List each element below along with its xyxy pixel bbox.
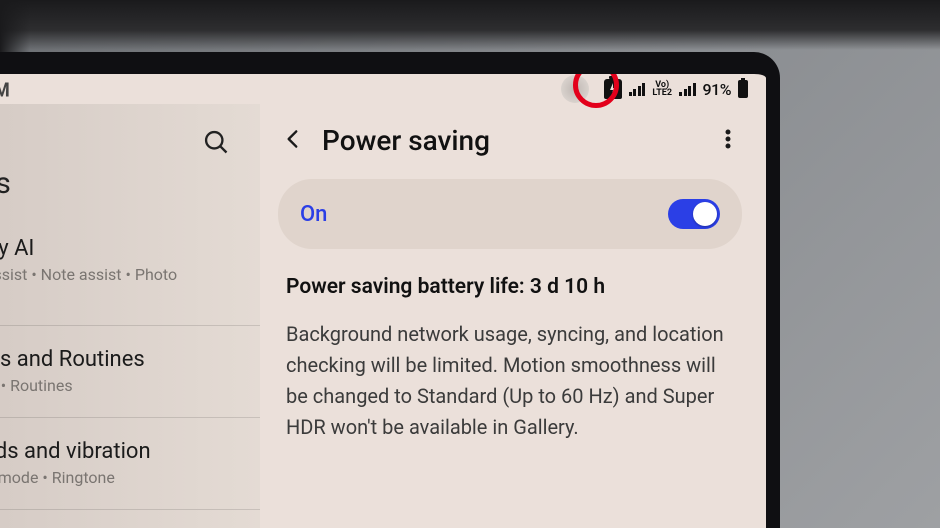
back-button[interactable] bbox=[280, 126, 306, 156]
battery-icon bbox=[738, 80, 748, 98]
photo-background-top bbox=[0, 0, 940, 50]
power-saving-toggle[interactable] bbox=[668, 199, 720, 229]
settings-item-sounds-vibration[interactable]: ounds and vibration ound mode • Ringtone bbox=[0, 422, 260, 505]
divider bbox=[0, 509, 260, 510]
power-saving-master-toggle-row[interactable]: On bbox=[278, 179, 742, 249]
more-options-button[interactable] bbox=[716, 127, 740, 155]
settings-item-title: ounds and vibration bbox=[0, 439, 244, 464]
settings-item-modes-routines[interactable]: lodes and Routines lodes • Routines bbox=[0, 330, 260, 413]
battery-percent-label: 91% bbox=[703, 80, 731, 99]
status-bar: Vo) LTE2 91% bbox=[0, 74, 766, 104]
split-container: ngs alaxy AI nat assist • Note assist • … bbox=[0, 104, 766, 528]
phone-screen: M Vo) LTE2 91% ngs alaxy AI bbox=[0, 52, 780, 528]
settings-heading: ngs bbox=[0, 166, 260, 219]
settings-item-title: lodes and Routines bbox=[0, 347, 244, 372]
toggle-state-label: On bbox=[300, 202, 327, 227]
signal-1-icon bbox=[629, 82, 646, 96]
signal-2-icon bbox=[679, 82, 696, 96]
page-title: Power saving bbox=[322, 124, 700, 157]
settings-item-galaxy-ai[interactable]: alaxy AI nat assist • Note assist • Phot… bbox=[0, 219, 260, 321]
power-saving-pane: Power saving On Power saving battery lif… bbox=[260, 104, 766, 528]
search-icon[interactable] bbox=[202, 128, 230, 160]
camera-notch-dot bbox=[561, 75, 589, 103]
settings-item-title: alaxy AI bbox=[0, 236, 244, 261]
app-bar: Power saving bbox=[260, 104, 766, 179]
power-saving-description: Background network usage, syncing, and l… bbox=[286, 319, 736, 443]
settings-item-subtitle: lodes • Routines bbox=[0, 376, 244, 395]
battery-life-heading: Power saving battery life: 3 d 10 h bbox=[286, 275, 736, 299]
settings-item-subtitle: ound mode • Ringtone bbox=[0, 468, 244, 487]
divider bbox=[0, 417, 260, 418]
network-type-label: Vo) LTE2 bbox=[652, 81, 672, 97]
settings-list-pane: ngs alaxy AI nat assist • Note assist • … bbox=[0, 104, 260, 528]
power-saving-body: Power saving battery life: 3 d 10 h Back… bbox=[260, 275, 766, 443]
power-saving-status-icon bbox=[604, 79, 622, 99]
settings-item-subtitle: nat assist • Note assist • Photo ssist bbox=[0, 265, 244, 303]
divider bbox=[0, 325, 260, 326]
